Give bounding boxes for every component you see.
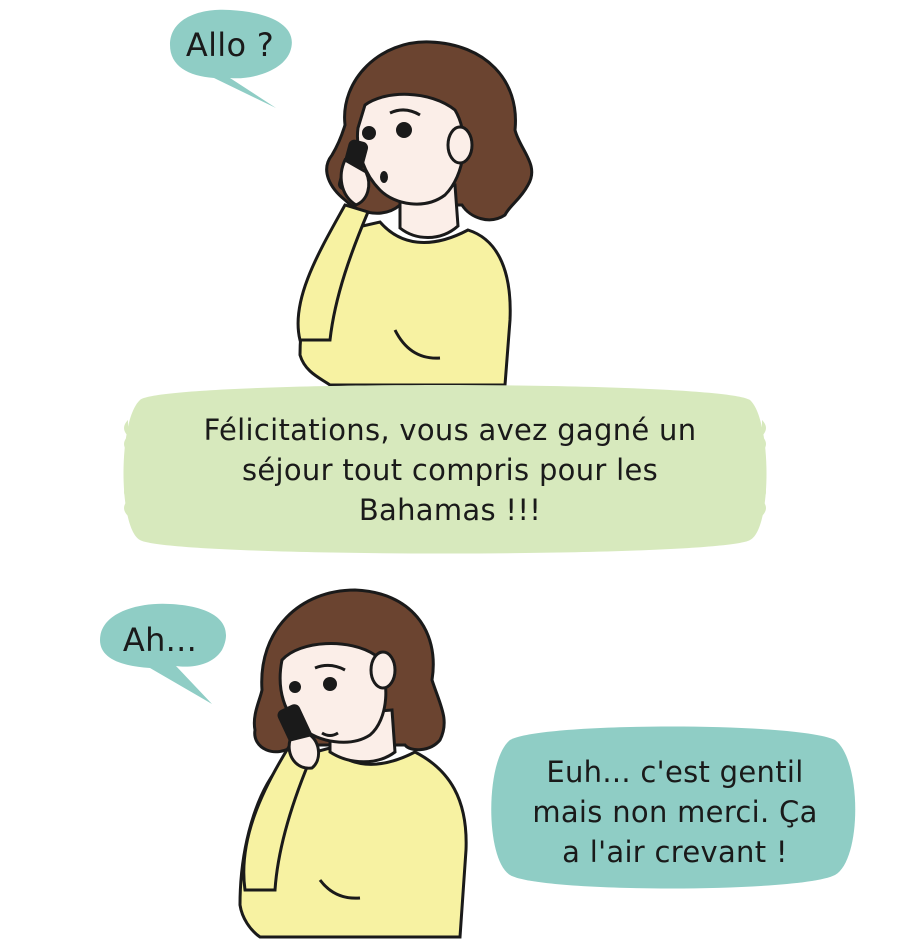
speech-text-ah: Ah...	[100, 620, 220, 660]
caller-line-3: Bahamas !!!	[358, 493, 542, 527]
speech-line: Ah...	[122, 621, 198, 659]
woman-top	[296, 40, 534, 387]
caller-line-2: séjour tout compris pour les	[241, 453, 659, 487]
caller-text: Félicitations, vous avez gagné un séjour…	[140, 410, 760, 530]
reply-line-3: a l'air crevant !	[562, 835, 788, 869]
speech-line: Allo ?	[185, 26, 275, 64]
reply-line-2: mais non merci. Ça	[532, 795, 818, 829]
reply-line-1: Euh... c'est gentil	[546, 755, 804, 789]
woman-bottom	[238, 588, 468, 939]
caller-line-1: Félicitations, vous avez gagné un	[203, 413, 697, 447]
speech-text-allo: Allo ?	[170, 25, 290, 65]
reply-text: Euh... c'est gentil mais non merci. Ça a…	[500, 752, 850, 872]
